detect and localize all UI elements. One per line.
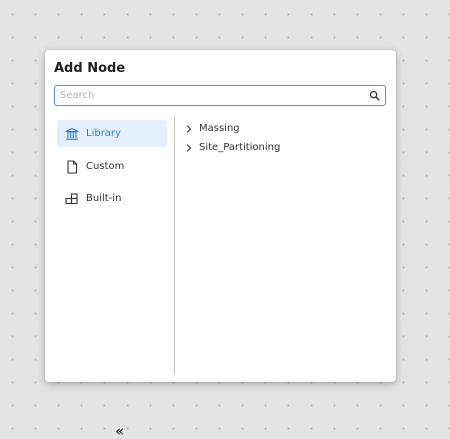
search-input[interactable] [55,86,365,105]
chevron-right-icon[interactable] [185,124,193,133]
node-tree: Massing Site_Partitioning [185,119,280,157]
search-box[interactable] [54,85,386,106]
sidebar-item-library[interactable]: Library [57,120,167,147]
tree-item-site-partitioning[interactable]: Site_Partitioning [185,138,280,157]
tree-item-label: Site_Partitioning [199,142,281,153]
sidebar-item-label: Built-in [86,193,122,204]
tree-item-massing[interactable]: Massing [185,119,280,138]
chevron-right-icon[interactable] [185,143,193,152]
sidebar-item-label: Custom [86,161,125,172]
sidebar-item-custom[interactable]: Custom [57,153,167,180]
search-icon[interactable] [369,90,380,101]
collapse-sidebar-button[interactable]: « [115,424,124,439]
sidebar-item-built-in[interactable]: Built-in [57,185,167,212]
panel-divider [174,116,175,375]
document-icon [67,159,78,174]
library-icon [65,127,79,140]
dialog-title: Add Node [54,61,126,76]
sidebar: Library Custom Built-in « [55,118,173,439]
blocks-icon [65,192,78,204]
add-node-dialog: Add Node Library Custom [45,50,396,439]
sidebar-item-label: Library [86,128,121,139]
tree-item-label: Massing [199,123,240,134]
